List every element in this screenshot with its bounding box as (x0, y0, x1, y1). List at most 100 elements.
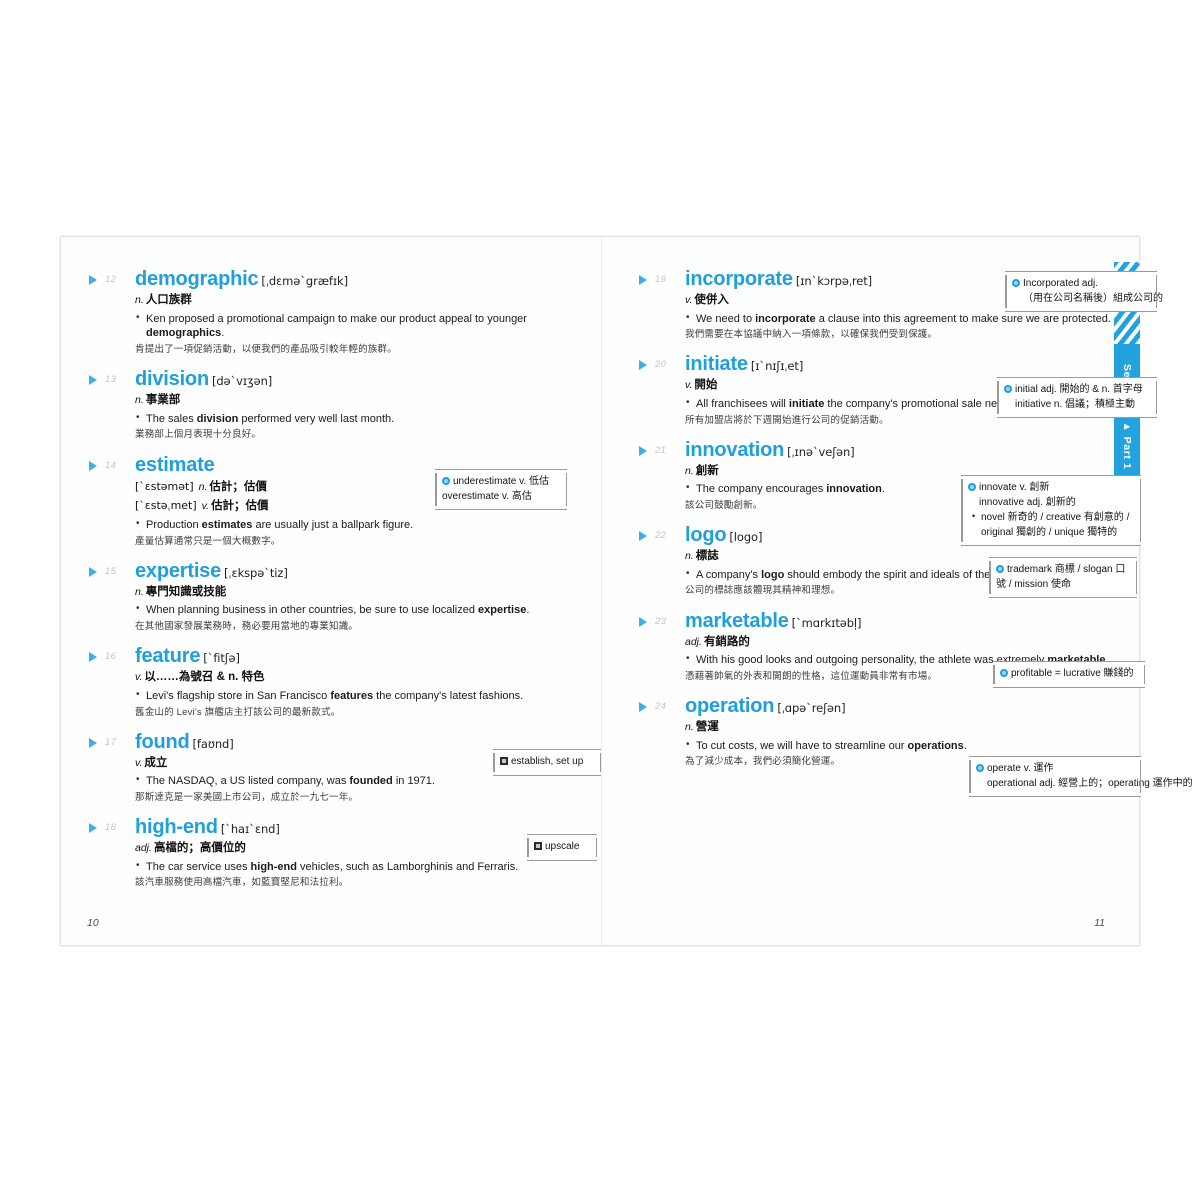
entry-headword: marketable (685, 609, 789, 632)
entry-ipa: [ˌɪnəˋveʃən] (787, 444, 855, 459)
entry-marker: 18 (89, 822, 135, 836)
triangle-bullet-icon (89, 460, 97, 471)
entry-part-of-speech: n. (135, 585, 144, 598)
triangle-bullet-icon (89, 652, 97, 663)
triangle-bullet-icon (639, 531, 647, 542)
entry-definition: 以……為號召 & n. 特色 (144, 671, 265, 684)
triangle-bullet-icon (639, 445, 647, 456)
entry-ipa: [ˋfitʃə] (203, 651, 240, 666)
entry-definition: 高檔的；高價位的 (153, 842, 246, 855)
entry-marker: 12 (89, 274, 135, 288)
entry-ipa: [ˋmɑrkɪtəbl̩] (791, 615, 862, 630)
callout-line: overestimate v. 高估 (442, 490, 532, 502)
entry-number: 18 (105, 822, 117, 834)
entry-body: demographic[ˌdɛməˋgræfɪk] n.人口族群 Ken propo… (89, 269, 573, 356)
entry-marker: 19 (639, 274, 685, 288)
entry-headword: operation (685, 695, 775, 718)
entry-part-of-speech: n. (135, 294, 144, 306)
triangle-bullet-icon (89, 275, 97, 285)
entry-definition: 人口族群 (145, 294, 192, 306)
entry-example-translation: 我們需要在本協議中納入一項條款，以確保我們受到保護。 (685, 329, 938, 341)
entry-example-sentence: Ken proposed a promotional campaign to m… (135, 311, 573, 341)
entry-definition: 營運 (695, 721, 719, 734)
entry-number: 12 (105, 274, 117, 285)
side-note-callout: innovate v. 創新innovative adj. 創新的 novel 新… (961, 475, 1141, 546)
side-note-callout: Incorporated adj. （用在公司名稱後）組成公司的 (1005, 271, 1163, 312)
screenshot-canvas: Section A ▸ Part 1 12demographic[ˌdɛməˋg… (0, 0, 1200, 1200)
entry-example-translation: 該汽車服務使用高檔汽車，如藍寶堅尼和法拉利。 (135, 877, 349, 889)
entry-example-translation: 舊金山的 Levi's 旗艦店主打該公司的最新款式。 (135, 706, 341, 718)
circle-icon (996, 565, 1004, 573)
side-note-callout: establish, set up (493, 749, 601, 776)
entry-headword: high-end (135, 816, 218, 839)
callout-sub-line: novel 新奇的 / creative 有創意的 / original 獨創的… (968, 510, 1132, 540)
entry-headline: demographic [ˌdɛməˋgræfɪk] (135, 269, 573, 290)
entry-marker: 16 (89, 651, 135, 665)
entry-example-translation: 那斯達克是一家美國上市公司，成立於一九七一年。 (135, 791, 359, 803)
entry-example-sentence: Levi's flagship store in San Francisco f… (135, 688, 573, 704)
entry-definition: 有銷路的 (703, 635, 750, 648)
entry-definition: 開始 (694, 379, 718, 392)
entry-number: 13 (105, 374, 117, 386)
left-page-entry-list: 12demographic[ˌdɛməˋgræfɪk]n.人口族群Ken pro… (89, 269, 573, 903)
entry-marker: 22 (639, 530, 685, 544)
entry-number: 14 (105, 459, 117, 471)
entry-definition: 估計；估價 (211, 499, 269, 512)
entry-definition: 估計；估價 (209, 480, 267, 493)
triangle-bullet-icon (639, 616, 647, 627)
callout-line: Incorporated adj. (1012, 277, 1148, 292)
callout-line: upscale (534, 840, 588, 855)
vocab-entry: 12 demographic[ˌdɛməˋgræfɪk] n.人口族群 Ken pro… (89, 269, 573, 356)
entry-sense-row: adj. 高檔的；高價位的 (135, 841, 573, 857)
callout-line: initial adj. 開始的 & n. 首字母 (1004, 383, 1148, 398)
entry-marker: 15 (89, 566, 135, 580)
entry-ipa: [ɪˋnɪʃɪˌet] (750, 359, 804, 374)
entry-sense-row: n. 事業部 (135, 393, 573, 409)
book-spread: Section A ▸ Part 1 12demographic[ˌdɛməˋg… (60, 236, 1193, 947)
entry-headline: initiate [ɪˋnɪʃɪˌet] (685, 354, 1117, 375)
callout-line: innovative adj. 創新的 (979, 496, 1076, 508)
entry-part-of-speech: n. (135, 394, 144, 407)
callout-line: profitable = lucrative 賺錢的 (1000, 667, 1136, 682)
triangle-bullet-icon (639, 360, 647, 371)
side-note-callout: operate v. 運作 operational adj. 經營上的；opera… (969, 756, 1193, 797)
entry-example-sentence: The car service uses high-end vehicles, … (135, 859, 573, 875)
callout-line: operate v. 運作 (976, 762, 1132, 777)
entry-definition: 成立 (144, 756, 168, 769)
vocab-entry: 13 division[dəˋvɪʒən] n.事業部 The sales divis… (89, 369, 573, 441)
entry-marker: 20 (639, 359, 685, 373)
entry-headword: division (135, 368, 209, 391)
side-note-callout: initial adj. 開始的 & n. 首字母 initiative n. 倡… (997, 377, 1157, 418)
entry-definition: 專門知識或技能 (145, 585, 227, 598)
entry-number: 23 (655, 615, 667, 627)
entry-definition: 創新 (695, 464, 719, 477)
entry-marker: 21 (639, 445, 685, 459)
left-page: 12demographic[ˌdɛməˋgræfɪk]n.人口族群Ken pro… (61, 237, 601, 947)
entry-number: 15 (105, 565, 117, 577)
entry-part-of-speech: v. (135, 671, 143, 684)
entry-headline: division [dəˋvɪʒən] (135, 369, 573, 390)
callout-line: underestimate v. 低估 (442, 475, 558, 490)
left-page-number: 10 (87, 917, 99, 929)
entry-example-translation: 肯提出了一項促銷活動，以便我們的產品吸引較年輕的族群。 (135, 343, 397, 355)
entry-ipa: [ˋɛstəˌmet] (135, 498, 197, 512)
entry-number: 20 (655, 359, 667, 371)
entry-part-of-speech: v. (135, 756, 143, 769)
entry-headline: expertise [ˌɛkspəˋtiz] (135, 560, 573, 582)
vocab-entry: 18 high-end[ˋhaɪˋɛnd] adj.高檔的；高價位的 The car … (89, 817, 573, 889)
side-note-callout: underestimate v. 低估 overestimate v. 高估 (435, 469, 567, 510)
vocab-entry: 16 feature[ˋfitʃə] v.以……為號召 & n. 特色 Levi's … (89, 646, 573, 718)
entry-example-sentence: To cut costs, we will have to streamline… (685, 738, 1117, 754)
entry-ipa: [logo] (729, 530, 763, 545)
entry-headline: feature [ˋfitʃə] (135, 646, 573, 667)
circle-icon (976, 764, 984, 772)
entry-marker: 24 (639, 701, 685, 715)
right-page-number: 11 (1094, 917, 1105, 929)
triangle-bullet-icon (639, 702, 647, 713)
entry-part-of-speech: n. (685, 550, 694, 563)
entry-number: 22 (655, 530, 667, 542)
circle-icon (1004, 385, 1012, 393)
entry-example-sentence: When planning business in other countrie… (135, 602, 573, 618)
entry-ipa: [ˋhaɪˋɛnd] (220, 822, 280, 837)
entry-headword: incorporate (685, 268, 793, 290)
